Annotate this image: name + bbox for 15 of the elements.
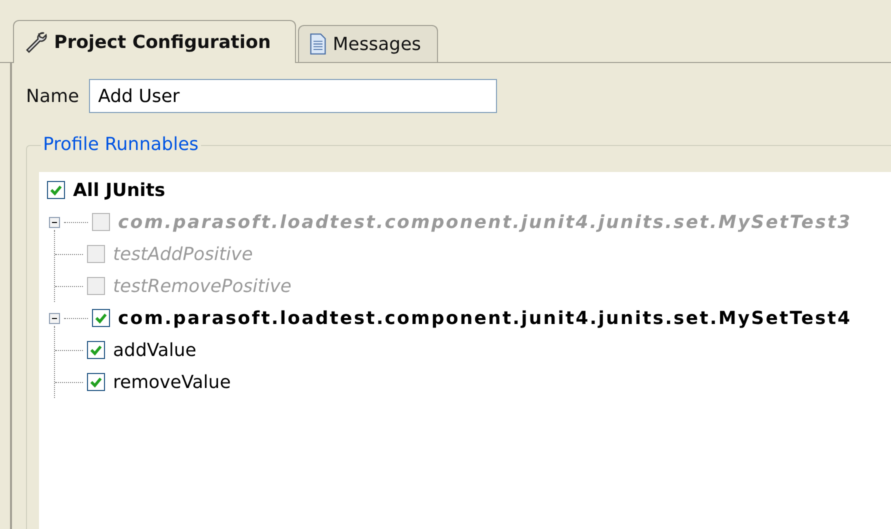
- checkbox[interactable]: [87, 341, 105, 359]
- tab[interactable]: Messages: [298, 25, 438, 62]
- tree-item[interactable]: addValue: [113, 340, 196, 360]
- name-field[interactable]: Add User: [89, 79, 498, 113]
- checkbox[interactable]: [47, 181, 65, 199]
- tab[interactable]: Project Configuration: [13, 20, 296, 63]
- tree-item[interactable]: removeValue: [113, 372, 231, 392]
- tree-item[interactable]: com.parasoft.loadtest.component.junit4.junits.set.MySetTest4: [118, 308, 852, 328]
- tree-item[interactable]: All JUnits: [73, 180, 166, 200]
- collapse-icon[interactable]: [49, 312, 60, 324]
- checkbox[interactable]: [87, 373, 105, 391]
- document-icon: [308, 33, 327, 55]
- name-label: Name: [26, 86, 80, 106]
- checkbox[interactable]: [92, 309, 110, 327]
- wrench-icon: [24, 30, 48, 54]
